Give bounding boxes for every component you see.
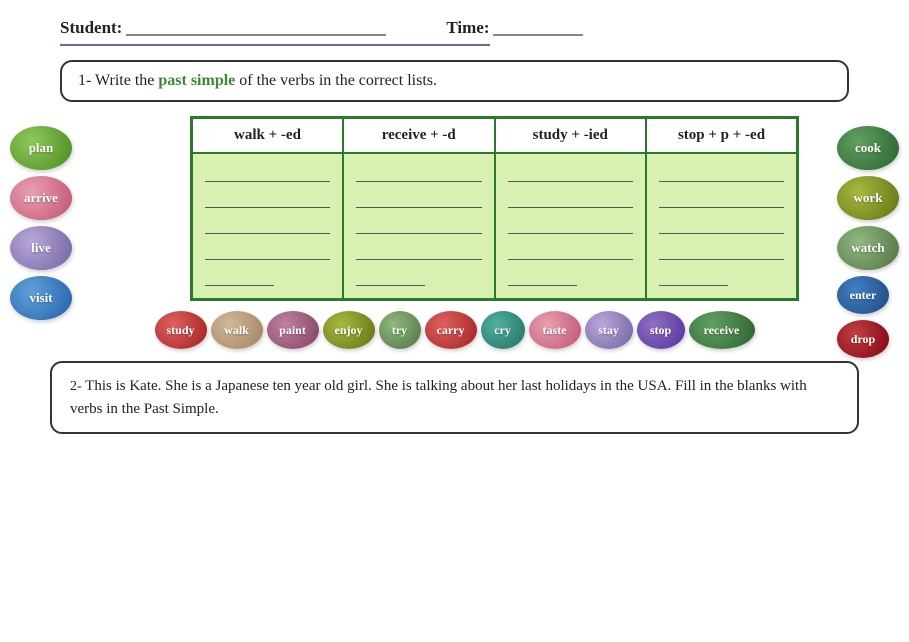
oval-plan[interactable]: plan [10, 126, 72, 170]
cell-line [356, 218, 482, 234]
oval-cook[interactable]: cook [837, 126, 899, 170]
instruction2-text: This is Kate. She is a Japanese ten year… [70, 378, 807, 417]
left-ovals: plan arrive live visit [10, 116, 72, 320]
cell-line [356, 166, 482, 182]
main-area: plan arrive live visit cook work watch e… [0, 116, 909, 301]
cell-lines [659, 160, 784, 292]
instruction1-prefix: 1- Write the [78, 72, 158, 89]
col-header-1: receive + -d [343, 118, 495, 154]
col-header-0: walk + -ed [192, 118, 344, 154]
oval-carry[interactable]: carry [425, 311, 477, 349]
oval-walk[interactable]: walk [211, 311, 263, 349]
cell-line [659, 192, 784, 208]
cell-line [205, 166, 330, 182]
cell-line [659, 244, 784, 260]
cell-lines [356, 160, 482, 292]
cell-0-0 [192, 153, 344, 300]
oval-visit[interactable]: visit [10, 276, 72, 320]
time-line [493, 34, 583, 36]
verb-table-wrapper: walk + -ed receive + -d study + -ied sto… [190, 116, 799, 301]
cell-3-0 [646, 153, 798, 300]
oval-watch[interactable]: watch [837, 226, 899, 270]
oval-live[interactable]: live [10, 226, 72, 270]
cell-line [508, 218, 634, 234]
col-header-3: stop + p + -ed [646, 118, 798, 154]
oval-taste[interactable]: taste [529, 311, 581, 349]
oval-work[interactable]: work [837, 176, 899, 220]
bottom-ovals: study walk paint enjoy try carry cry tas… [70, 311, 839, 349]
cell-line [659, 218, 784, 234]
header-underline [60, 44, 490, 46]
header: Student: Time: [0, 0, 909, 38]
cell-line [659, 270, 728, 286]
oval-enjoy[interactable]: enjoy [323, 311, 375, 349]
oval-receive[interactable]: receive [689, 311, 755, 349]
student-line [126, 34, 386, 36]
cell-line [356, 244, 482, 260]
cell-line [356, 192, 482, 208]
instruction1-highlight: past simple [158, 72, 235, 89]
cell-line [508, 270, 577, 286]
oval-enter[interactable]: enter [837, 276, 889, 314]
oval-stay[interactable]: stay [585, 311, 633, 349]
oval-drop[interactable]: drop [837, 320, 889, 358]
cell-lines [508, 160, 634, 292]
oval-arrive[interactable]: arrive [10, 176, 72, 220]
cell-line [205, 192, 330, 208]
instruction1-suffix: of the verbs in the correct lists. [235, 72, 437, 89]
time-label: Time: [446, 18, 489, 38]
instruction-box-1: 1- Write the past simple of the verbs in… [60, 60, 849, 102]
oval-paint[interactable]: paint [267, 311, 319, 349]
cell-line [659, 166, 784, 182]
cell-lines [205, 160, 330, 292]
oval-stop[interactable]: stop [637, 311, 685, 349]
verb-table: walk + -ed receive + -d study + -ied sto… [190, 116, 799, 301]
student-label: Student: [60, 18, 122, 38]
cell-line [508, 166, 634, 182]
oval-try[interactable]: try [379, 311, 421, 349]
instruction-box-2: 2- This is Kate. She is a Japanese ten y… [50, 361, 859, 434]
oval-study[interactable]: study [155, 311, 207, 349]
cell-line [508, 192, 634, 208]
cell-line [205, 218, 330, 234]
cell-line [205, 244, 330, 260]
cell-1-0 [343, 153, 495, 300]
oval-cry[interactable]: cry [481, 311, 525, 349]
instruction2-num: 2- [70, 379, 82, 394]
table-row [192, 153, 798, 300]
cell-line [508, 244, 634, 260]
col-header-2: study + -ied [495, 118, 647, 154]
cell-2-0 [495, 153, 647, 300]
cell-line [356, 270, 425, 286]
right-ovals: cook work watch enter drop [837, 116, 899, 358]
cell-line [205, 270, 274, 286]
